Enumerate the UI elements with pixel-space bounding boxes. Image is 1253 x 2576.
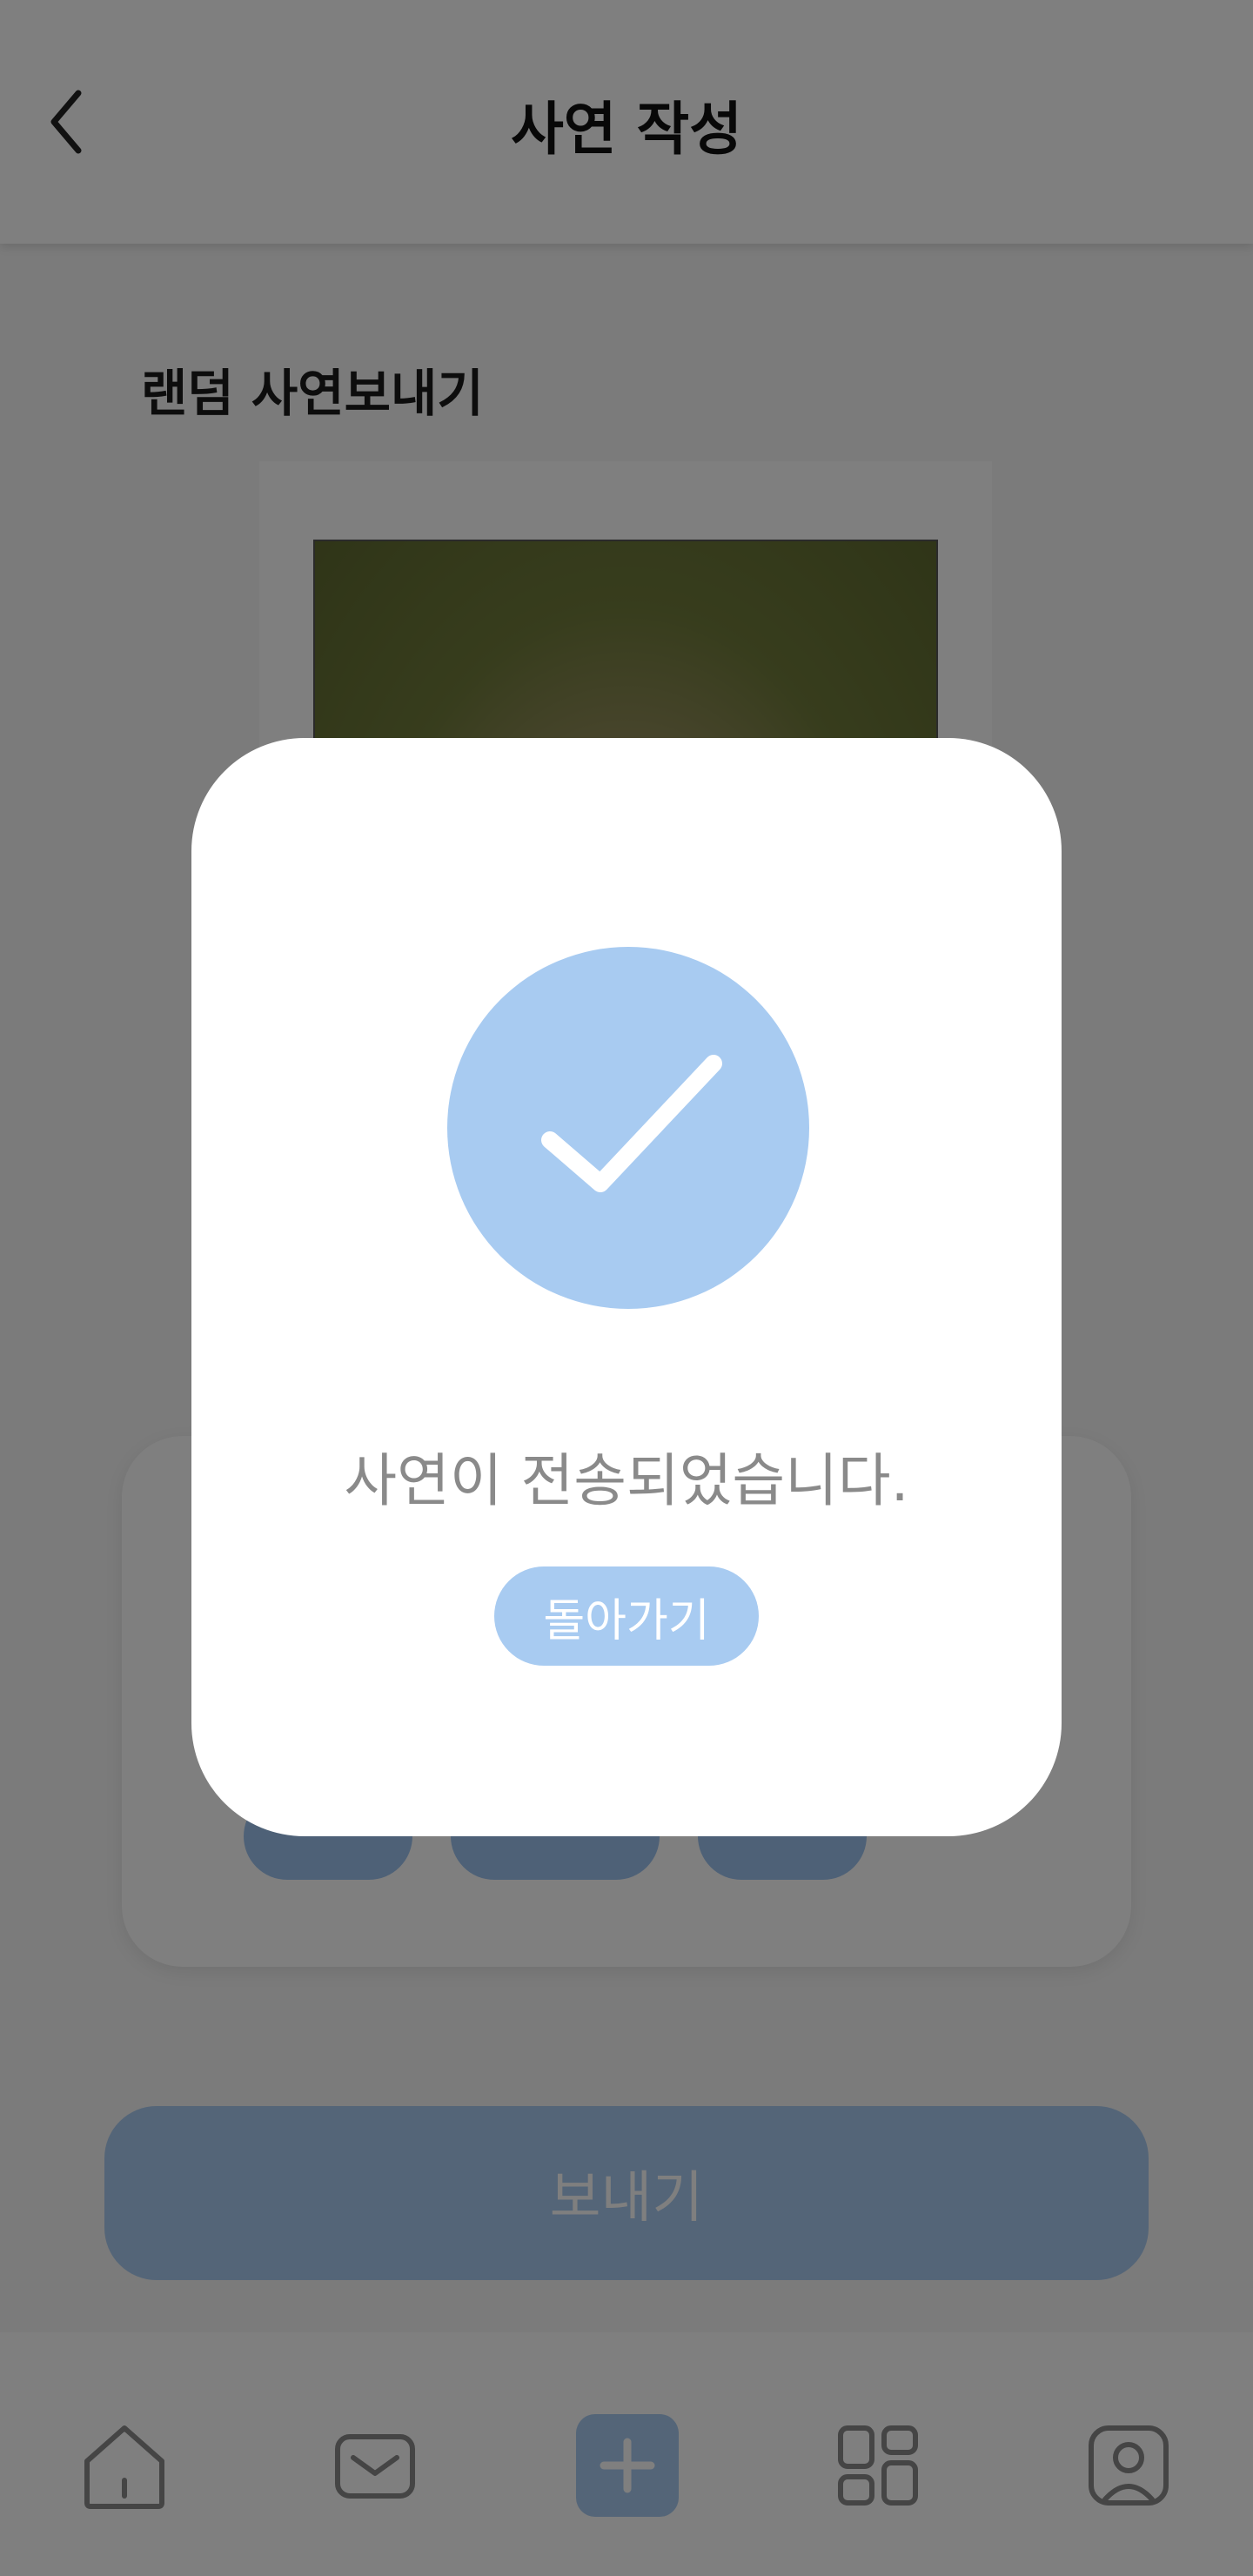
success-modal: 사연이 전송되었습니다. 돌아가기 bbox=[191, 738, 1062, 1836]
modal-message: 사연이 전송되었습니다. bbox=[344, 1447, 909, 1514]
go-back-button[interactable]: 돌아가기 bbox=[494, 1566, 759, 1666]
check-circle-icon bbox=[447, 947, 809, 1309]
